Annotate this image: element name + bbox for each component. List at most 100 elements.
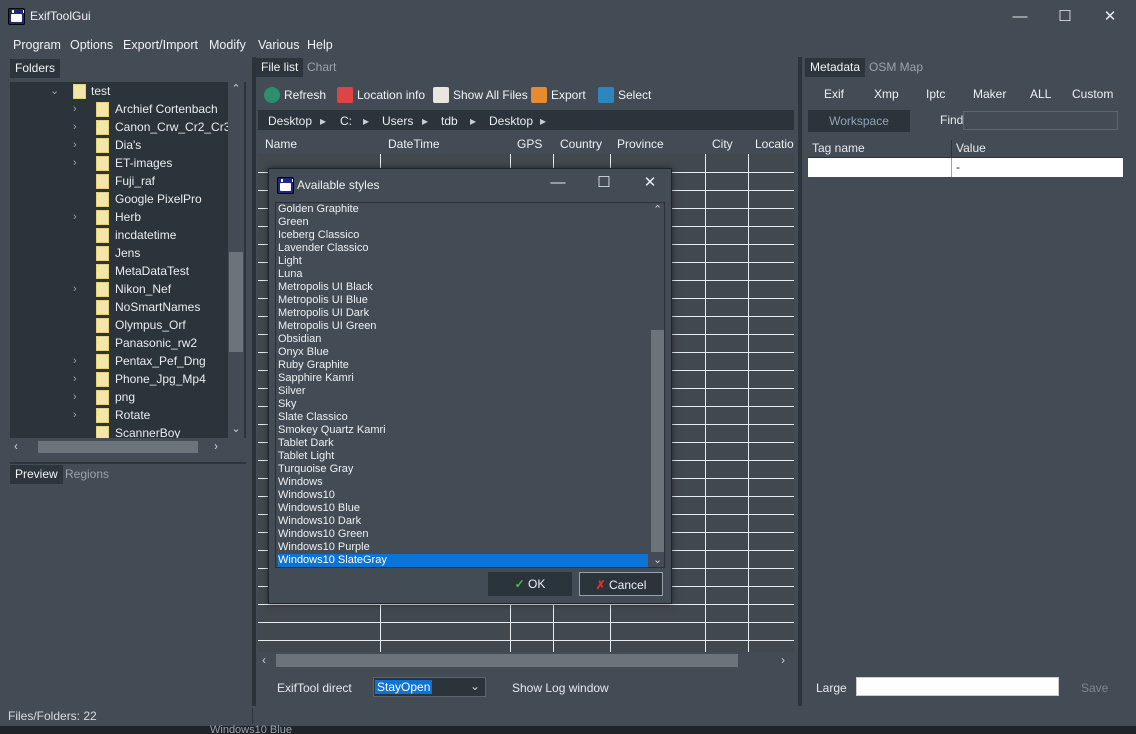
chevron-right-icon[interactable]: › xyxy=(73,154,77,172)
tree-root[interactable]: ⌄ test xyxy=(10,82,246,100)
refresh-button[interactable]: Refresh xyxy=(264,86,326,105)
column-location[interactable]: Locatio xyxy=(755,137,794,151)
style-item[interactable]: Silver xyxy=(278,385,648,398)
column-province[interactable]: Province xyxy=(617,137,664,151)
style-item[interactable]: Sapphire Kamri xyxy=(278,372,648,385)
large-input[interactable] xyxy=(856,677,1059,696)
style-item[interactable]: Windows10 SlateGray xyxy=(278,554,648,567)
style-item[interactable]: Windows10 Purple xyxy=(278,541,648,554)
tree-item[interactable]: Olympus_Orf xyxy=(10,316,246,334)
export-button[interactable]: Export xyxy=(531,86,586,105)
tree-item[interactable]: › Nikon_Nef xyxy=(10,280,246,298)
column-city[interactable]: City xyxy=(712,137,733,151)
dialog-maximize-button[interactable]: ☐ xyxy=(581,169,627,199)
tree-item[interactable]: Jens xyxy=(10,244,246,262)
style-item[interactable]: Slate Classico xyxy=(278,411,648,424)
tab-osm-map[interactable]: OSM Map xyxy=(864,58,928,77)
tree-item[interactable]: › Herb xyxy=(10,208,246,226)
chevron-right-icon[interactable]: › xyxy=(73,118,77,136)
style-item[interactable]: Green xyxy=(278,216,648,229)
tree-item[interactable]: › png xyxy=(10,388,246,406)
style-item[interactable]: Iceberg Classico xyxy=(278,229,648,242)
chevron-down-icon[interactable]: ⌄ xyxy=(50,82,59,100)
column-tag-name[interactable]: Tag name xyxy=(812,141,865,155)
style-item[interactable]: Light xyxy=(278,255,648,268)
tree-item[interactable]: MetaDataTest xyxy=(10,262,246,280)
column-country[interactable]: Country xyxy=(560,137,602,151)
chevron-right-icon[interactable]: › xyxy=(73,388,77,406)
chevron-right-icon[interactable]: › xyxy=(73,352,77,370)
chevron-right-icon[interactable]: › xyxy=(73,136,77,154)
file-list-hscrollbar[interactable]: ‹ › xyxy=(258,652,794,669)
cancel-button[interactable]: ✗ Cancel xyxy=(579,572,663,596)
style-item[interactable]: Metropolis UI Green xyxy=(278,320,648,333)
tab-folders[interactable]: Folders xyxy=(10,59,61,78)
group-all[interactable]: ALL xyxy=(1030,87,1051,101)
maximize-button[interactable]: ☐ xyxy=(1042,0,1088,33)
group-exif[interactable]: Exif xyxy=(824,87,844,101)
style-item[interactable]: Metropolis UI Dark xyxy=(278,307,648,320)
style-item[interactable]: Windows xyxy=(278,476,648,489)
group-maker[interactable]: Maker xyxy=(973,87,1006,101)
tree-item[interactable]: › Rotate xyxy=(10,406,246,424)
style-item[interactable]: Tablet Light xyxy=(278,450,648,463)
tree-item[interactable]: incdatetime xyxy=(10,226,246,244)
chevron-right-icon[interactable]: › xyxy=(73,208,77,226)
menu-help[interactable]: Help xyxy=(307,38,333,52)
style-item[interactable]: Obsidian xyxy=(278,333,648,346)
tab-chart[interactable]: Chart xyxy=(302,58,341,77)
tree-item[interactable]: › ET-images xyxy=(10,154,246,172)
column-value[interactable]: Value xyxy=(956,141,986,155)
tab-preview[interactable]: Preview xyxy=(10,465,63,484)
tree-item[interactable]: › Pentax_Pef_Dng xyxy=(10,352,246,370)
style-item[interactable]: Luna xyxy=(278,268,648,281)
tree-item[interactable]: NoSmartNames xyxy=(10,298,246,316)
tab-file-list[interactable]: File list xyxy=(256,58,304,77)
style-item[interactable]: Metropolis UI Black xyxy=(278,281,648,294)
menu-various[interactable]: Various xyxy=(258,38,299,52)
workspace-button[interactable]: Workspace xyxy=(808,110,910,132)
styles-list[interactable]: Golden Graphite Green Iceberg Classico Lave… xyxy=(275,202,665,568)
style-item[interactable]: Onyx Blue xyxy=(278,346,648,359)
find-input[interactable] xyxy=(963,111,1118,130)
tab-regions[interactable]: Regions xyxy=(60,465,114,484)
dialog-close-button[interactable]: ✕ xyxy=(627,169,673,199)
chevron-right-icon[interactable]: › xyxy=(73,280,77,298)
group-custom[interactable]: Custom xyxy=(1072,87,1113,101)
chevron-right-icon[interactable]: › xyxy=(73,100,77,118)
style-item[interactable]: Sky xyxy=(278,398,648,411)
minimize-button[interactable]: — xyxy=(997,0,1043,33)
group-iptc[interactable]: Iptc xyxy=(926,87,945,101)
tree-item[interactable]: Google PixelPro xyxy=(10,190,246,208)
style-item[interactable]: Windows10 xyxy=(278,489,648,502)
tab-metadata[interactable]: Metadata xyxy=(805,58,866,77)
tree-item[interactable]: ScannerBoy xyxy=(10,424,246,438)
menu-options[interactable]: Options xyxy=(70,38,113,52)
tree-item[interactable]: › Phone_Jpg_Mp4 xyxy=(10,370,246,388)
folder-tree-scrollbar[interactable]: ⌃ ⌄ xyxy=(228,82,244,438)
dialog-minimize-button[interactable]: — xyxy=(535,169,581,199)
menu-program[interactable]: Program xyxy=(13,38,61,52)
breadcrumb-desktop[interactable]: Desktop xyxy=(268,114,312,128)
style-item[interactable]: Metropolis UI Blue xyxy=(278,294,648,307)
style-item[interactable]: Smokey Quartz Kamri xyxy=(278,424,648,437)
show-all-files-button[interactable]: Show All Files xyxy=(433,86,528,105)
folder-tree-hscrollbar[interactable]: ‹ › xyxy=(10,438,244,456)
exiftool-mode-select[interactable]: StayOpen ⌄ xyxy=(373,677,486,697)
ok-button[interactable]: ✓ OK xyxy=(488,572,572,596)
metadata-row[interactable]: - xyxy=(808,158,1123,177)
breadcrumb-c[interactable]: C: xyxy=(340,114,352,128)
save-button[interactable]: Save xyxy=(1081,681,1108,695)
group-xmp[interactable]: Xmp xyxy=(874,87,899,101)
style-item[interactable]: Lavender Classico xyxy=(278,242,648,255)
style-item[interactable]: Turquoise Gray xyxy=(278,463,648,476)
location-info-button[interactable]: Location info xyxy=(337,86,425,105)
breadcrumb-tdb[interactable]: tdb xyxy=(441,114,458,128)
tree-item[interactable]: Fuji_raf xyxy=(10,172,246,190)
menu-export-import[interactable]: Export/Import xyxy=(123,38,198,52)
style-item[interactable]: Windows10 Dark xyxy=(278,515,648,528)
tree-item[interactable]: Panasonic_rw2 xyxy=(10,334,246,352)
style-item[interactable]: Windows10 Blue xyxy=(278,502,648,515)
tree-item[interactable]: › Archief Cortenbach xyxy=(10,100,246,118)
style-item[interactable]: Tablet Dark xyxy=(278,437,648,450)
